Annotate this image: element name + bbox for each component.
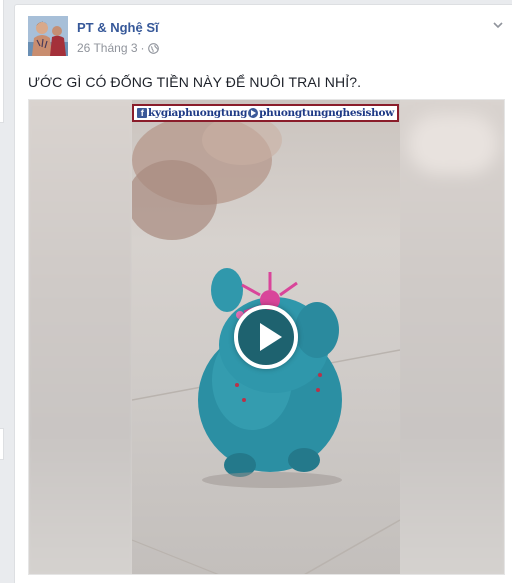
globe-icon[interactable] xyxy=(147,42,159,54)
video-player[interactable]: f kygiaphuongtung phuongtungnghesishow xyxy=(28,99,505,575)
post-date-link[interactable]: 26 Tháng 3 xyxy=(77,41,138,55)
video-blur-left xyxy=(29,100,132,574)
video-blur-right xyxy=(398,100,504,574)
left-column-edge xyxy=(0,0,4,583)
avatar-image xyxy=(28,16,68,56)
left-panel-fragment xyxy=(0,0,4,123)
post-card: PT & Nghệ Sĩ 26 Tháng 3 · ƯỚC GÌ CÓ ĐỐNG… xyxy=(14,4,512,583)
facebook-icon: f xyxy=(137,108,148,118)
author-name-link[interactable]: PT & Nghệ Sĩ xyxy=(77,20,159,35)
video-watermark: f kygiaphuongtung phuongtungnghesishow xyxy=(132,104,399,122)
chevron-down-icon[interactable] xyxy=(492,18,504,30)
play-icon xyxy=(260,323,282,351)
left-panel-fragment xyxy=(0,428,4,460)
watermark-text-2: phuongtungnghesishow xyxy=(259,107,394,119)
post-text: ƯỚC GÌ CÓ ĐỐNG TIỀN NÀY ĐỂ NUÔI TRAI NHỈ… xyxy=(28,74,362,90)
play-button[interactable] xyxy=(234,305,298,369)
post-meta: 26 Tháng 3 · xyxy=(77,41,159,55)
play-circle-icon xyxy=(248,108,259,118)
avatar[interactable] xyxy=(28,16,68,56)
meta-separator: · xyxy=(140,41,145,55)
watermark-text-1: kygiaphuongtung xyxy=(148,107,248,119)
